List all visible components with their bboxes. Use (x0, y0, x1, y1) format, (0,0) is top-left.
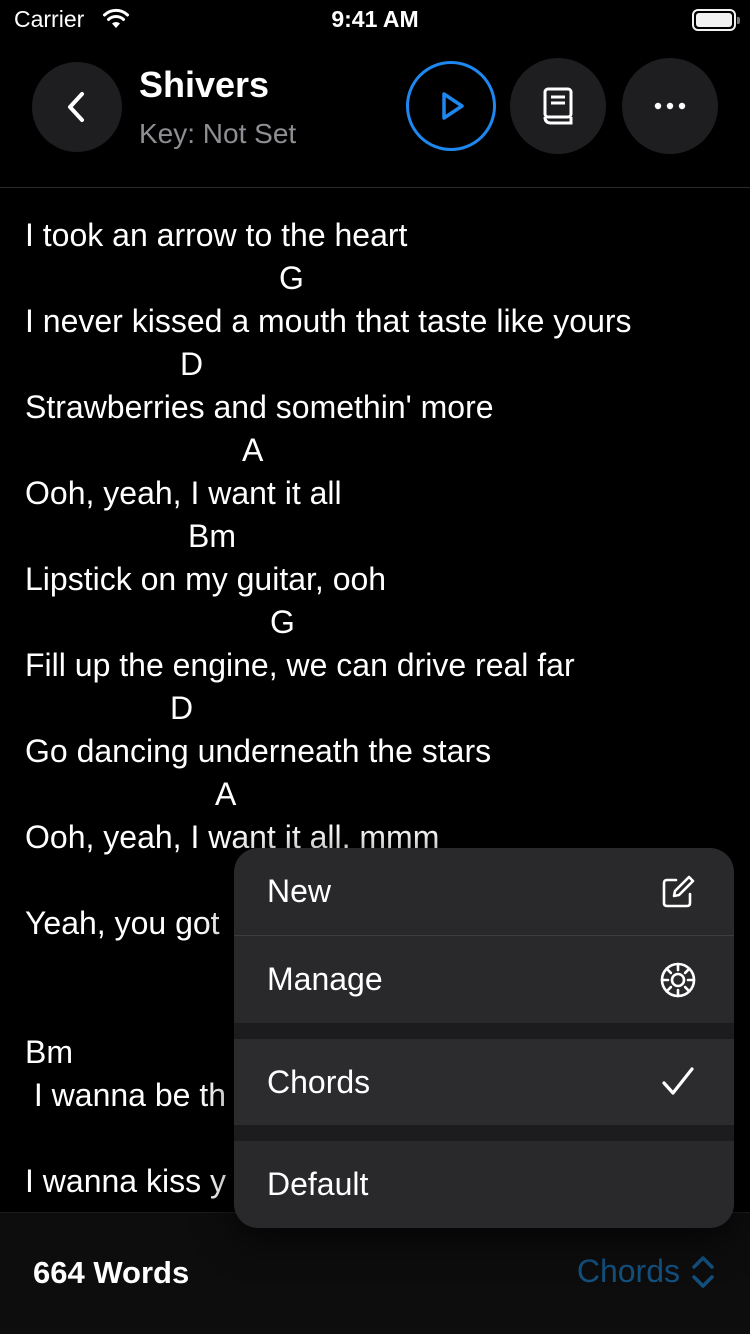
status-time: 9:41 AM (331, 6, 419, 32)
chord-label: G (270, 604, 295, 640)
word-count: 664 Words (33, 1255, 190, 1290)
menu-item-label: Manage (267, 961, 383, 997)
gear-icon (658, 960, 698, 1000)
chord-label: D (180, 346, 204, 382)
chord-label: A (215, 776, 237, 812)
lyric-line: Go dancing underneath the stars (25, 733, 492, 769)
battery-icon (692, 9, 740, 31)
menu-section-gap (234, 1125, 734, 1141)
compose-icon (658, 872, 698, 912)
status-bar: Carrier 9:41 AM (0, 0, 750, 40)
chord-label: G (279, 260, 304, 296)
mode-label: Chords (576, 1253, 680, 1289)
chord-label: Bm (25, 1034, 73, 1070)
menu-section-gap (234, 1023, 734, 1039)
menu-item-default[interactable]: Default (234, 1141, 734, 1228)
menu-item-chords[interactable]: Chords (234, 1039, 734, 1125)
context-menu: New Manage Chords Default (234, 848, 734, 1228)
lyric-line: I wanna kiss y (25, 1163, 226, 1199)
chevron-left-icon (68, 92, 84, 122)
lyric-line: I never kissed a mouth that taste like y… (25, 303, 632, 339)
chord-label: A (242, 432, 264, 468)
menu-item-label: Chords (267, 1063, 371, 1100)
lyric-line: Strawberries and somethin' more (25, 389, 494, 425)
lyric-line: Fill up the engine, we can drive real fa… (25, 647, 575, 683)
song-header: Shivers Key: Not Set (0, 40, 750, 188)
chord-label: D (170, 690, 194, 726)
book-icon (543, 87, 573, 125)
chord-label: Bm (188, 518, 236, 554)
lyric-line: I wanna be th (25, 1077, 227, 1113)
menu-item-label: Default (267, 1166, 369, 1202)
lyric-line: Yeah, you got (25, 905, 220, 941)
ellipsis-icon (654, 102, 686, 110)
lyric-line: Ooh, yeah, I want it all (25, 475, 342, 511)
chevron-up-down-icon (692, 1255, 714, 1288)
mode-selector[interactable]: Chords (577, 1253, 716, 1290)
back-button[interactable] (32, 62, 122, 152)
play-icon (442, 92, 464, 120)
lyric-line: Lipstick on my guitar, ooh (25, 561, 387, 597)
menu-item-manage[interactable]: Manage (234, 936, 734, 1023)
lyric-line: I took an arrow to the heart (25, 217, 408, 253)
play-button[interactable] (406, 61, 496, 151)
checkmark-icon (658, 1062, 698, 1102)
more-button[interactable] (622, 58, 718, 154)
bottom-bar: 664 Words Chords (0, 1212, 750, 1334)
menu-item-new[interactable]: New (234, 848, 734, 935)
song-title: Shivers (139, 64, 270, 105)
menu-item-label: New (267, 873, 332, 909)
song-key: Key: Not Set (139, 118, 297, 149)
book-button[interactable] (510, 58, 606, 154)
